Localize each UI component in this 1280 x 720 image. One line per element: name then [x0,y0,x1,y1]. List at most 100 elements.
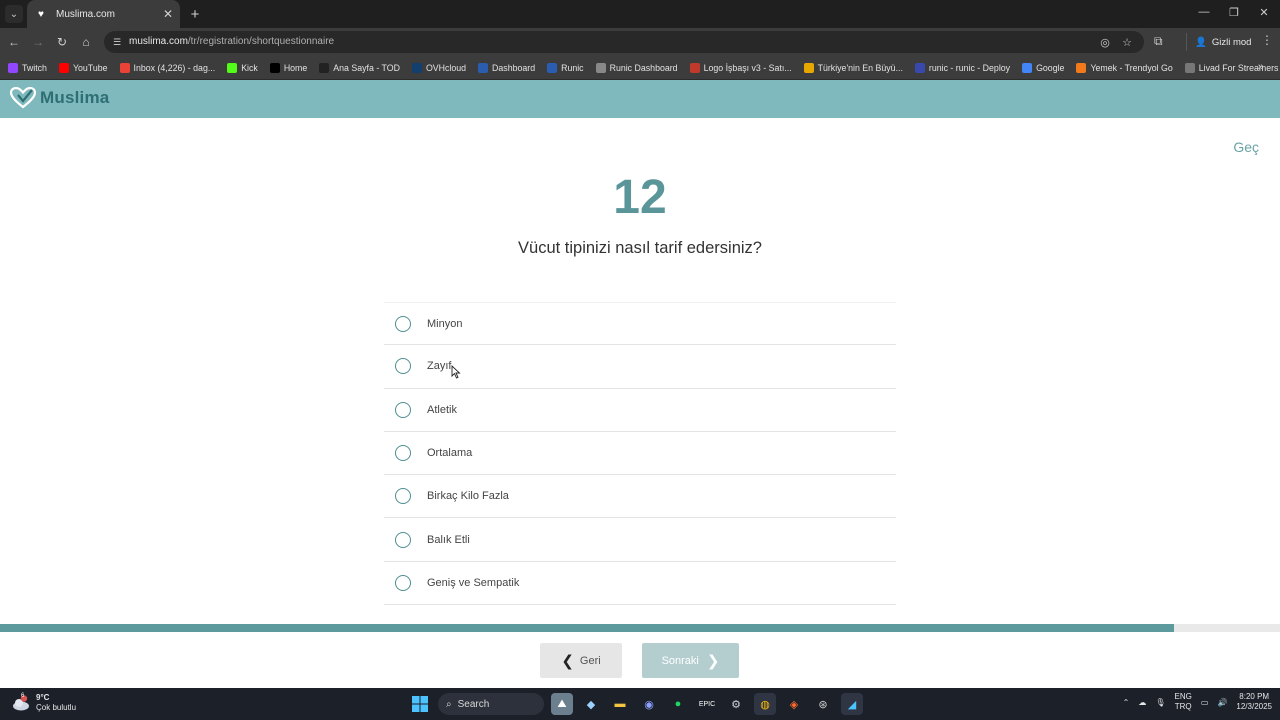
bookmark-label: Inbox (4,226) - dag... [133,62,216,73]
next-button[interactable]: Sonraki ❯ [642,643,739,678]
answer-option[interactable]: Birkaç Kilo Fazla [384,475,896,519]
answer-option-label: Birkaç Kilo Fazla [427,490,509,503]
minimize-icon[interactable]: — [1194,6,1214,18]
bookmark-label: Dashboard [492,62,536,73]
taskbar-apps: ⌕ Search ⛰ ◆ ▬ ◉ ● EPIC ⚙ ◍ ◈ ⊛ ◢ [409,692,863,716]
livad-icon [1184,62,1195,73]
radio-button[interactable] [395,401,411,418]
bookmark-item[interactable]: runic - runic - Deploy [914,62,1010,73]
tab-search-icon[interactable]: ⌄ [5,5,23,23]
weather-widget[interactable]: 6 9°C Çok bulutlu [12,693,76,713]
answer-option-label: Atletik [427,403,457,416]
bookmark-item[interactable]: Kick [227,62,258,73]
home-icon[interactable]: ⌂ [78,34,94,50]
answer-option-label: Ortalama [427,447,473,460]
epic-games-icon[interactable]: EPIC [696,693,718,715]
bookmark-item[interactable]: Yemek - Trendyol Go [1076,62,1173,73]
bookmark-item[interactable]: YouTube [58,62,108,73]
answer-option[interactable]: Geniş ve Sempatik [384,561,896,606]
clock[interactable]: 8:20 PM 12/3/2025 [1236,692,1272,712]
reload-icon[interactable]: ↻ [54,34,70,50]
bookmark-item[interactable]: Logo İşbaşı v3 - Satı... [689,62,792,73]
volume-icon[interactable]: 🔊 [1217,698,1227,707]
bookmark-item[interactable]: Google [1022,62,1064,73]
bookmark-item[interactable]: Runic [547,62,584,73]
address-bar[interactable]: ☰ muslima.com/tr/registration/shortquest… [104,31,1144,53]
microphone-icon[interactable]: 🎙 [1155,698,1165,707]
radio-button[interactable] [395,358,411,375]
runic-icon [478,62,489,73]
bookmark-label: Yemek - Trendyol Go [1090,62,1173,73]
new-tab-icon[interactable]: + [186,5,204,23]
search-icon: ⌕ [446,698,452,710]
tab-close-icon[interactable]: ✕ [160,7,176,21]
app-orange-icon[interactable]: ◈ [783,693,805,715]
display-icon[interactable]: ▭ [1201,698,1209,707]
chrome-menu-icon[interactable]: ⋮ [1261,33,1273,47]
skip-link[interactable]: Geç [1233,139,1259,155]
bookmark-item[interactable]: Twitch [8,62,47,73]
chrome-icon[interactable]: ◍ [754,693,776,715]
spotify-icon[interactable]: ● [667,693,689,715]
bookmark-label: Runic [561,62,584,73]
windows-start-icon[interactable] [409,693,431,715]
steam-icon[interactable]: ⚙ [725,693,747,715]
bookmark-item[interactable]: Livad For Streamers [1184,62,1278,73]
clock-time: 8:20 PM [1239,692,1270,701]
answer-option[interactable]: Minyon [384,302,896,346]
question-title: Vücut tipinizi nasıl tarif edersiniz? [518,239,762,257]
bookmark-item[interactable]: Ana Sayfa - TOD [319,62,400,73]
app-blue-icon[interactable]: ◢ [841,693,863,715]
runic-star-icon [595,62,606,73]
muslima-logo[interactable]: Muslima [10,87,109,109]
taskbar-search[interactable]: ⌕ Search [438,693,544,715]
language-switcher[interactable]: ENG TRQ [1175,692,1192,712]
incognito-indicator[interactable]: 👤 Gizli mod [1186,33,1251,51]
chevron-left-icon: ❮ [561,652,574,670]
radio-button[interactable] [395,488,411,505]
radio-button[interactable] [395,531,411,548]
copilot-icon[interactable]: ◆ [580,693,602,715]
question-number: 12 [613,171,667,224]
file-explorer-icon[interactable]: ▬ [609,693,631,715]
site-info-icon[interactable]: ☰ [111,36,123,48]
bookmark-item[interactable]: Runic Dashboard [595,62,678,73]
window-close-icon[interactable]: ✕ [1254,6,1274,19]
browser-tab-active[interactable]: ♥ Muslima.com ✕ [27,0,180,28]
restore-icon[interactable]: ❐ [1224,6,1244,19]
radio-button[interactable] [395,315,411,332]
next-button-label: Sonraki [661,654,699,667]
extensions-icon[interactable]: ⧉ [1154,34,1163,49]
back-icon[interactable]: ← [6,34,22,50]
x-icon [269,62,280,73]
muslima-favicon-icon: ♥ [38,8,44,20]
bookmark-star-icon[interactable]: ☆ [1120,35,1134,49]
radio-button[interactable] [395,445,411,462]
progress-bar-fill [0,624,1174,632]
answer-option[interactable]: Atletik [384,388,896,432]
answer-option[interactable]: Ortalama [384,431,896,476]
back-button[interactable]: ❮ Geri [540,643,622,678]
app-gear-icon[interactable]: ⊛ [812,693,834,715]
answer-option-label: Minyon [427,317,463,330]
answer-option-label: Zayıf [427,360,452,373]
bookmark-item[interactable]: OVHcloud [411,62,466,73]
onedrive-icon[interactable]: ☁ [1138,698,1146,707]
eye-off-icon[interactable]: ◎ [1098,35,1112,49]
bookmark-item[interactable]: Inbox (4,226) - dag... [119,62,216,73]
bookmarks-overflow-icon[interactable]: » [1258,61,1264,73]
tray-overflow-icon[interactable]: ⌃ [1123,698,1130,707]
radio-button[interactable] [395,574,411,591]
discord-icon[interactable]: ◉ [638,693,660,715]
bookmark-item[interactable]: Home [269,62,307,73]
bookmarks-bar: Twitch YouTube Inbox (4,226) - dag... Kick H… [0,56,1280,80]
answer-option[interactable]: Balık Etli [384,518,896,562]
widgets-icon[interactable]: ⛰ [551,693,573,715]
forward-icon[interactable]: → [30,34,46,50]
bookmark-item[interactable]: Türkiye'nin En Büyü... [803,62,903,73]
heart-logo-icon [10,87,36,109]
gmail-icon [119,62,130,73]
bookmark-label: Logo İşbaşı v3 - Satı... [703,62,792,73]
bookmark-item[interactable]: Dashboard [478,62,536,73]
kick-icon [227,62,238,73]
